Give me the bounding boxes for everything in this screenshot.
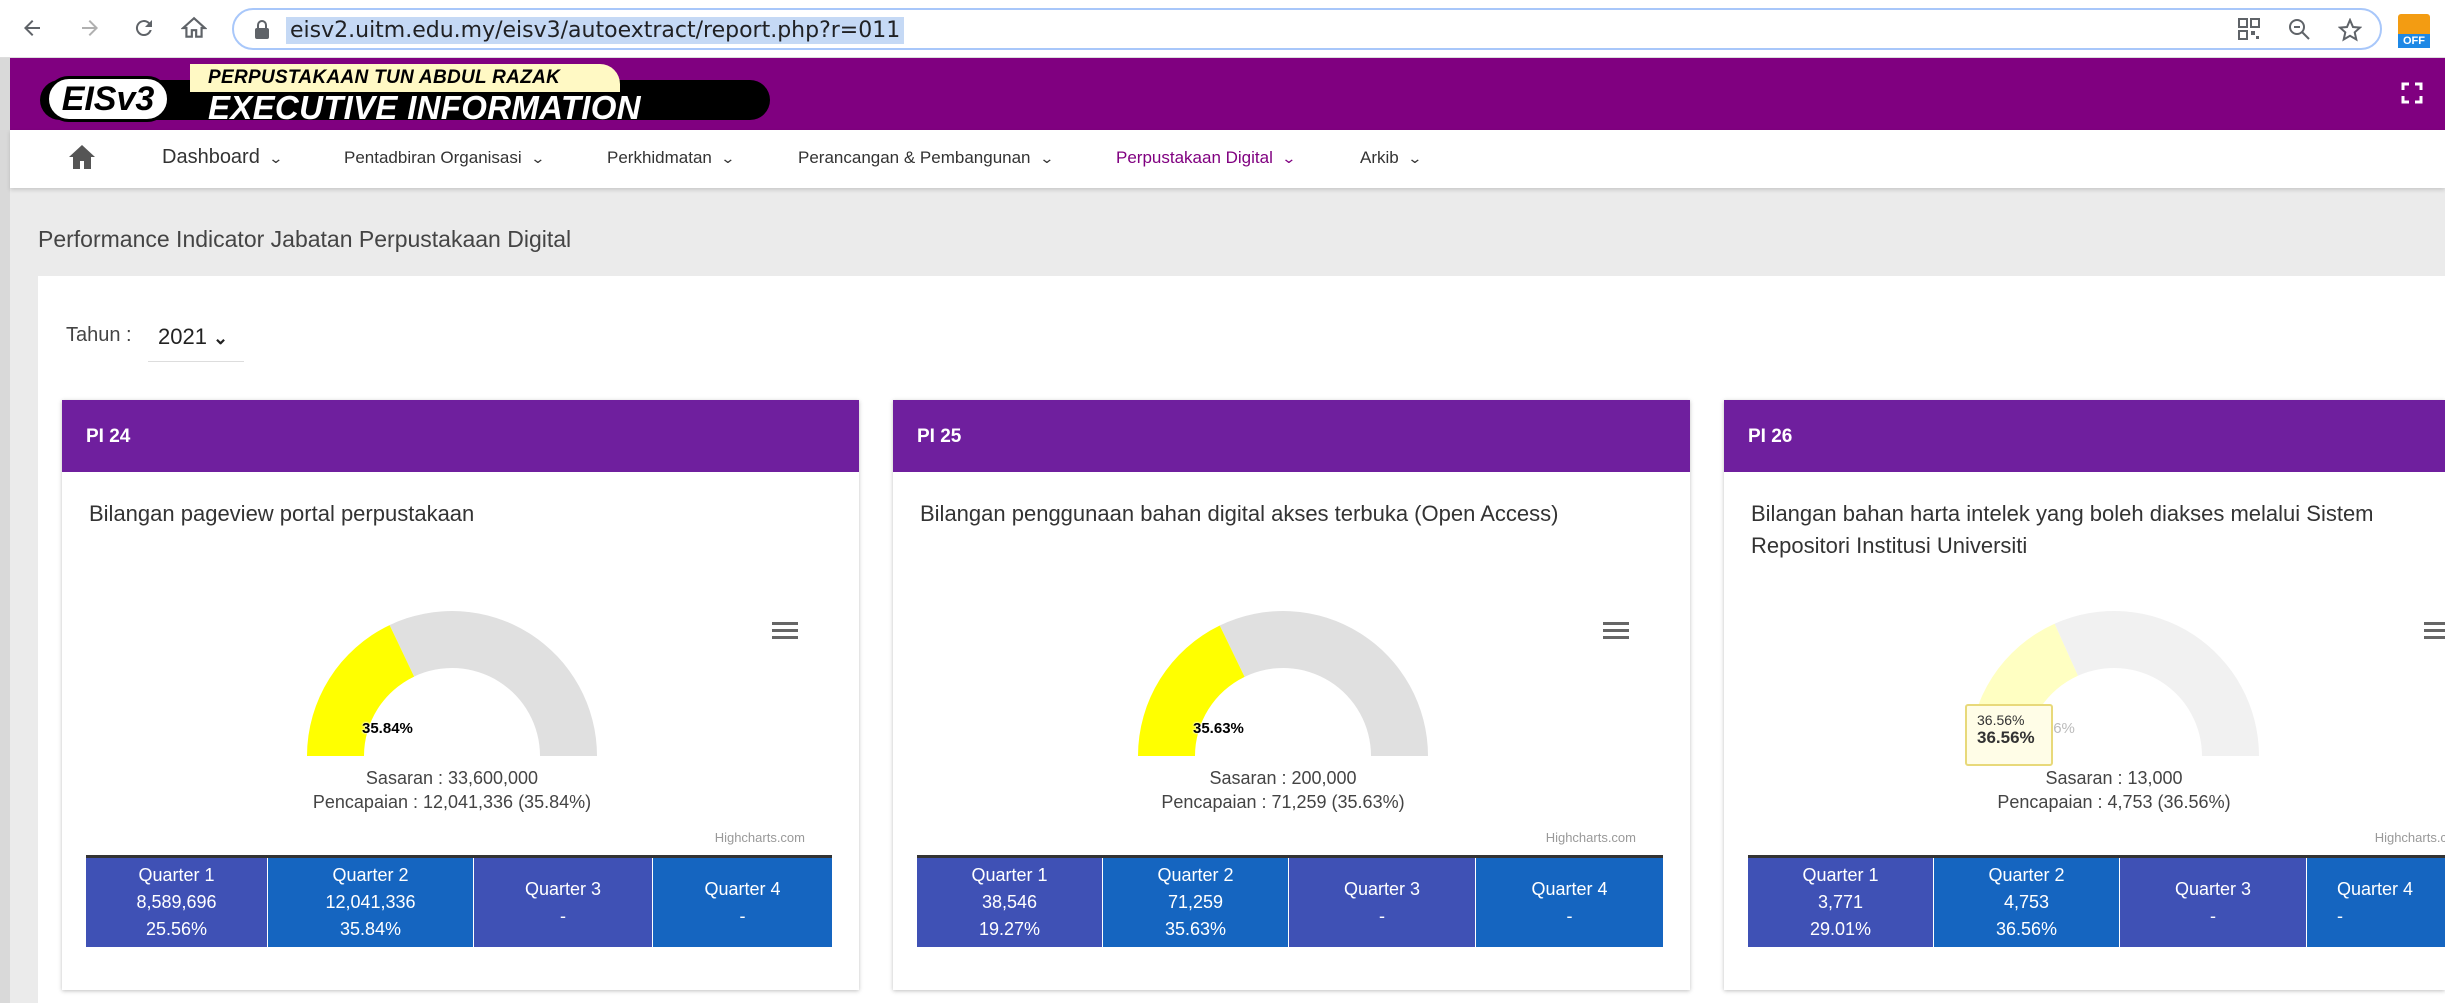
chevron-down-icon: ⌄ [720, 150, 736, 166]
quarter-cell: Quarter 3- [1289, 858, 1476, 947]
quarter-table: Quarter 1 38,546 19.27% Quarter 2 71,259 35.… [917, 855, 1663, 947]
home-icon[interactable] [68, 144, 96, 175]
highcharts-credit[interactable]: Highcharts.com [2375, 830, 2445, 845]
qr-code-icon[interactable] [2238, 18, 2260, 46]
window-edge [0, 58, 10, 1003]
logo-subtitle: PERPUSTAKAAN TUN ABDUL RAZAK [208, 67, 561, 88]
quarter-cell: Quarter 2 4,753 36.56% [1934, 858, 2120, 947]
quarter-cell: Quarter 2 12,041,336 35.84% [268, 858, 474, 947]
gauge-track [1219, 611, 1428, 756]
gauge-chart [1138, 611, 1428, 756]
back-arrow-icon[interactable] [14, 10, 50, 46]
quarter-cell: Quarter 4- [1476, 858, 1663, 947]
zoom-icon[interactable] [2288, 18, 2310, 46]
pi-card-24: PI 24 Bilangan pageview portal perpustak… [62, 400, 859, 990]
menu-dashboard[interactable]: Dashboard ⌄ [162, 146, 284, 169]
quarter-cell: Quarter 1 3,771 29.01% [1748, 858, 1934, 947]
menu-arkib[interactable]: Arkib ⌄ [1360, 148, 1423, 168]
achievement-text: Pencapaian : 12,041,336 (35.84%) [312, 792, 592, 812]
quarter-cell: Quarter 4- [2307, 858, 2445, 947]
menu-perancangan[interactable]: Perancangan & Pembangunan ⌄ [798, 148, 1055, 168]
menu-perpustakaan-digital[interactable]: Perpustakaan Digital ⌄ [1116, 148, 1297, 168]
quarter-table: Quarter 1 8,589,696 25.56% Quarter 2 12,041… [86, 855, 832, 947]
eis-logo[interactable]: EISv3 PERPUSTAKAAN TUN ABDUL RAZAK EXECU… [40, 64, 770, 164]
achievement-text: Pencapaian : 71,259 (35.63%) [1161, 792, 1405, 812]
chart-tooltip: 36.56% 36.56% [1965, 704, 2053, 766]
pi-card-25: PI 25 Bilangan penggunaan bahan digital … [893, 400, 1690, 990]
gauge-track [389, 611, 597, 756]
quarter-cell: Quarter 2 71,259 35.63% [1103, 858, 1289, 947]
pi-card-26: PI 26 Bilangan bahan harta intelek yang … [1724, 400, 2445, 990]
chart-menu-icon[interactable] [2424, 620, 2445, 647]
highcharts-credit[interactable]: Highcharts.com [1546, 830, 1636, 845]
quarter-cell: Quarter 3- [474, 858, 653, 947]
chevron-down-icon: ⌄ [1281, 150, 1297, 166]
chevron-down-icon: ⌄ [268, 150, 284, 166]
gauge-value-label: 35.63% [1193, 720, 1244, 737]
main-menu: Dashboard ⌄ Pentadbiran Organisasi ⌄ Perkh… [10, 130, 2445, 188]
quarter-cell: Quarter 1 38,546 19.27% [917, 858, 1103, 947]
chevron-down-icon: ⌄ [1406, 150, 1423, 166]
fullscreen-icon[interactable] [2401, 82, 2423, 109]
chevron-down-icon: ⌄ [529, 150, 546, 166]
lock-icon [254, 20, 270, 45]
menu-perkhidmatan[interactable]: Perkhidmatan ⌄ [607, 148, 736, 168]
target-text: Sasaran : 33,600,000 [365, 768, 539, 788]
target-text: Sasaran : 13,000 [2045, 768, 2183, 788]
chart-menu-icon[interactable] [1603, 620, 1629, 647]
quarter-table: Quarter 1 3,771 29.01% Quarter 2 4,753 36.56… [1748, 855, 2445, 947]
year-select[interactable]: 2021 ⌄ [148, 316, 244, 362]
address-bar[interactable]: eisv2.uitm.edu.my/eisv3/autoextract/repo… [232, 8, 2382, 50]
menu-pentadbiran[interactable]: Pentadbiran Organisasi ⌄ [344, 148, 546, 168]
extension-off-icon[interactable]: OFF [2398, 14, 2430, 48]
logo-badge: EISv3 [46, 76, 170, 122]
reload-icon[interactable] [126, 10, 162, 46]
url-text[interactable]: eisv2.uitm.edu.my/eisv3/autoextract/repo… [286, 17, 905, 44]
gauge-track [2054, 611, 2259, 756]
gauge-value-label: 35.84% [362, 720, 413, 737]
highcharts-credit[interactable]: Highcharts.com [715, 830, 805, 845]
year-label: Tahun : [66, 324, 132, 346]
app-header: EISv3 PERPUSTAKAAN TUN ABDUL RAZAK EXECU… [10, 58, 2445, 164]
quarter-cell: Quarter 4- [653, 858, 832, 947]
quarter-cell: Quarter 1 8,589,696 25.56% [86, 858, 268, 947]
page-title: Performance Indicator Jabatan Perpustaka… [38, 226, 572, 252]
gauge-chart [307, 611, 597, 756]
achievement-text: Pencapaian : 4,753 (36.56%) [1997, 792, 2231, 812]
chevron-down-icon: ⌄ [1038, 150, 1055, 166]
gauge-chart [1969, 611, 2259, 756]
home-browser-icon[interactable] [176, 10, 212, 46]
browser-toolbar: eisv2.uitm.edu.my/eisv3/autoextract/repo… [0, 0, 2445, 58]
content-panel: Tahun : 2021 ⌄ PI 24 Bilangan pageview po… [38, 276, 2445, 1003]
forward-arrow-icon[interactable] [72, 10, 108, 46]
bookmark-star-icon[interactable] [2337, 17, 2363, 48]
target-text: Sasaran : 200,000 [1209, 768, 1357, 788]
chevron-down-icon: ⌄ [212, 328, 229, 348]
chart-menu-icon[interactable] [772, 620, 798, 647]
quarter-cell: Quarter 3- [2120, 858, 2307, 947]
